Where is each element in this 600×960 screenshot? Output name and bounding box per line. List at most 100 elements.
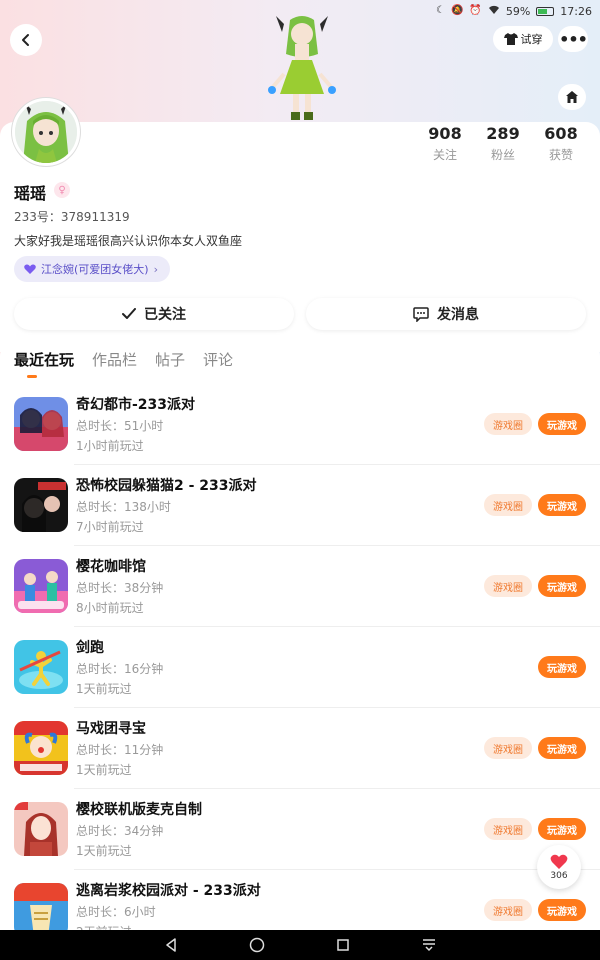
triangle-back-icon	[166, 938, 176, 952]
play-game-button[interactable]: 玩游戏	[538, 737, 586, 759]
active-tab-indicator	[27, 375, 37, 378]
stat-likes-value: 608	[544, 124, 578, 143]
square-recents-icon	[337, 939, 349, 951]
game-playtime: 总时长：34分钟	[76, 824, 164, 838]
game-list-item[interactable]: 奇幻都市-233派对 总时长：51小时 1小时前玩过 游戏圈 玩游戏	[0, 383, 600, 464]
system-navigation-bar	[0, 930, 600, 960]
game-title: 樱花咖啡馆	[76, 559, 146, 575]
game-circle-button[interactable]: 游戏圈	[484, 575, 532, 597]
game-title: 樱校联机版麦克自制	[76, 802, 202, 818]
tab-recently-played[interactable]: 最近在玩	[14, 348, 74, 372]
circle-home-icon	[249, 937, 265, 953]
game-playtime: 总时长：16分钟	[76, 662, 164, 676]
play-game-button[interactable]: 玩游戏	[538, 494, 586, 516]
like-button[interactable]: 306	[537, 845, 581, 889]
more-options-button[interactable]: •••	[558, 26, 588, 52]
play-game-button[interactable]: 玩游戏	[538, 575, 586, 597]
game-playtime: 总时长：6小时	[76, 905, 156, 919]
avatar-character-figure	[262, 14, 342, 122]
recently-played-list: 奇幻都市-233派对 总时长：51小时 1小时前玩过 游戏圈 玩游戏 恐怖校园躲…	[0, 383, 600, 950]
play-game-button[interactable]: 玩游戏	[538, 818, 586, 840]
avatar[interactable]	[12, 98, 80, 166]
stat-likes-label: 获赞	[548, 148, 573, 162]
stat-following[interactable]: 908 关注	[416, 124, 474, 166]
game-last-played: 1天前玩过	[76, 844, 132, 858]
game-icon	[14, 478, 68, 532]
game-list-item[interactable]: 樱花咖啡馆 总时长：38分钟 8小时前玩过 游戏圈 玩游戏	[0, 545, 600, 626]
stat-following-value: 908	[428, 124, 462, 143]
alarm-icon: ⏰	[469, 5, 482, 16]
game-circle-button[interactable]: 游戏圈	[484, 737, 532, 759]
game-last-played: 1天前玩过	[76, 682, 132, 696]
relationship-tag[interactable]: 江念婉(可爱团女佬大) ›	[14, 256, 170, 282]
game-icon	[14, 397, 68, 451]
game-icon	[14, 559, 68, 613]
tshirt-icon	[503, 33, 518, 45]
user-name: 瑶瑶	[14, 184, 47, 203]
game-list-item[interactable]: 樱校联机版麦克自制 总时长：34分钟 1天前玩过 游戏圈 玩游戏	[0, 788, 600, 869]
battery-icon	[536, 6, 555, 16]
game-list-item[interactable]: 剑跑 总时长：16分钟 1天前玩过 玩游戏	[0, 626, 600, 707]
chat-bubble-icon	[413, 306, 429, 322]
tab-works[interactable]: 作品栏	[92, 348, 137, 372]
game-title: 剑跑	[76, 640, 104, 656]
nav-recents-button[interactable]	[331, 935, 355, 955]
heart-icon	[24, 263, 36, 274]
game-icon	[14, 640, 68, 694]
clock: 17:26	[560, 4, 592, 18]
more-dots-icon: •••	[559, 29, 588, 49]
game-title: 逃离岩浆校园派对 - 233派对	[76, 883, 261, 899]
try-on-button[interactable]: 试穿	[493, 26, 553, 52]
chevron-right-icon: ›	[153, 262, 158, 276]
game-circle-button[interactable]: 游戏圈	[484, 494, 532, 516]
follow-button[interactable]: 已关注	[14, 298, 294, 330]
home-button[interactable]	[558, 84, 586, 110]
stat-followers-value: 289	[486, 124, 520, 143]
game-last-played: 8小时前玩过	[76, 601, 144, 615]
follow-button-label: 已关注	[144, 307, 186, 323]
game-icon	[14, 883, 68, 937]
female-gender-icon: ♀	[54, 182, 70, 198]
game-playtime: 总时长：11分钟	[76, 743, 164, 757]
user-bio: 大家好我是瑶瑶很高兴认识你本女人双鱼座	[14, 234, 243, 248]
game-icon	[14, 721, 68, 775]
relationship-tag-label: 江念婉(可爱团女佬大)	[41, 263, 149, 276]
stat-following-label: 关注	[432, 148, 457, 162]
home-icon	[566, 91, 578, 103]
stat-likes[interactable]: 608 获赞	[532, 124, 590, 166]
game-title: 马戏团寻宝	[76, 721, 146, 737]
play-game-button[interactable]: 玩游戏	[538, 413, 586, 435]
nav-notification-button[interactable]	[417, 935, 441, 955]
stat-followers-label: 粉丝	[490, 148, 515, 162]
play-game-button[interactable]: 玩游戏	[538, 899, 586, 921]
game-title: 奇幻都市-233派对	[76, 397, 196, 413]
user-id: 233号：378911319	[14, 210, 130, 224]
play-game-button[interactable]: 玩游戏	[538, 656, 586, 678]
nav-home-button[interactable]	[245, 935, 269, 955]
profile-stats: 908 关注 289 粉丝 608 获赞	[416, 124, 600, 166]
message-button-label: 发消息	[437, 307, 479, 323]
game-circle-button[interactable]: 游戏圈	[484, 899, 532, 921]
game-last-played: 1小时前玩过	[76, 439, 144, 453]
battery-percent: 59%	[505, 4, 531, 18]
game-list-item[interactable]: 马戏团寻宝 总时长：11分钟 1天前玩过 游戏圈 玩游戏	[0, 707, 600, 788]
like-count: 306	[550, 870, 568, 881]
stat-followers[interactable]: 289 粉丝	[474, 124, 532, 166]
game-icon	[14, 802, 68, 856]
pull-down-icon	[423, 939, 435, 952]
wifi-icon	[488, 5, 500, 18]
tab-posts[interactable]: 帖子	[155, 348, 185, 372]
message-button[interactable]: 发消息	[306, 298, 586, 330]
game-circle-button[interactable]: 游戏圈	[484, 413, 532, 435]
game-list-item[interactable]: 恐怖校园躲猫猫2 - 233派对 总时长：138小时 7小时前玩过 游戏圈 玩游…	[0, 464, 600, 545]
game-playtime: 总时长：38分钟	[76, 581, 164, 595]
content-tabs: 最近在玩 作品栏 帖子 评论	[0, 342, 600, 382]
moon-icon: ☾	[435, 5, 445, 16]
back-button[interactable]	[10, 24, 42, 56]
game-playtime: 总时长：138小时	[76, 500, 171, 514]
nav-back-button[interactable]	[159, 935, 183, 955]
game-last-played: 1天前玩过	[76, 763, 132, 777]
game-circle-button[interactable]: 游戏圈	[484, 818, 532, 840]
tab-comments[interactable]: 评论	[203, 348, 233, 372]
status-bar: ☾ 🔕 ⏰ 59% 17:26	[436, 2, 592, 20]
